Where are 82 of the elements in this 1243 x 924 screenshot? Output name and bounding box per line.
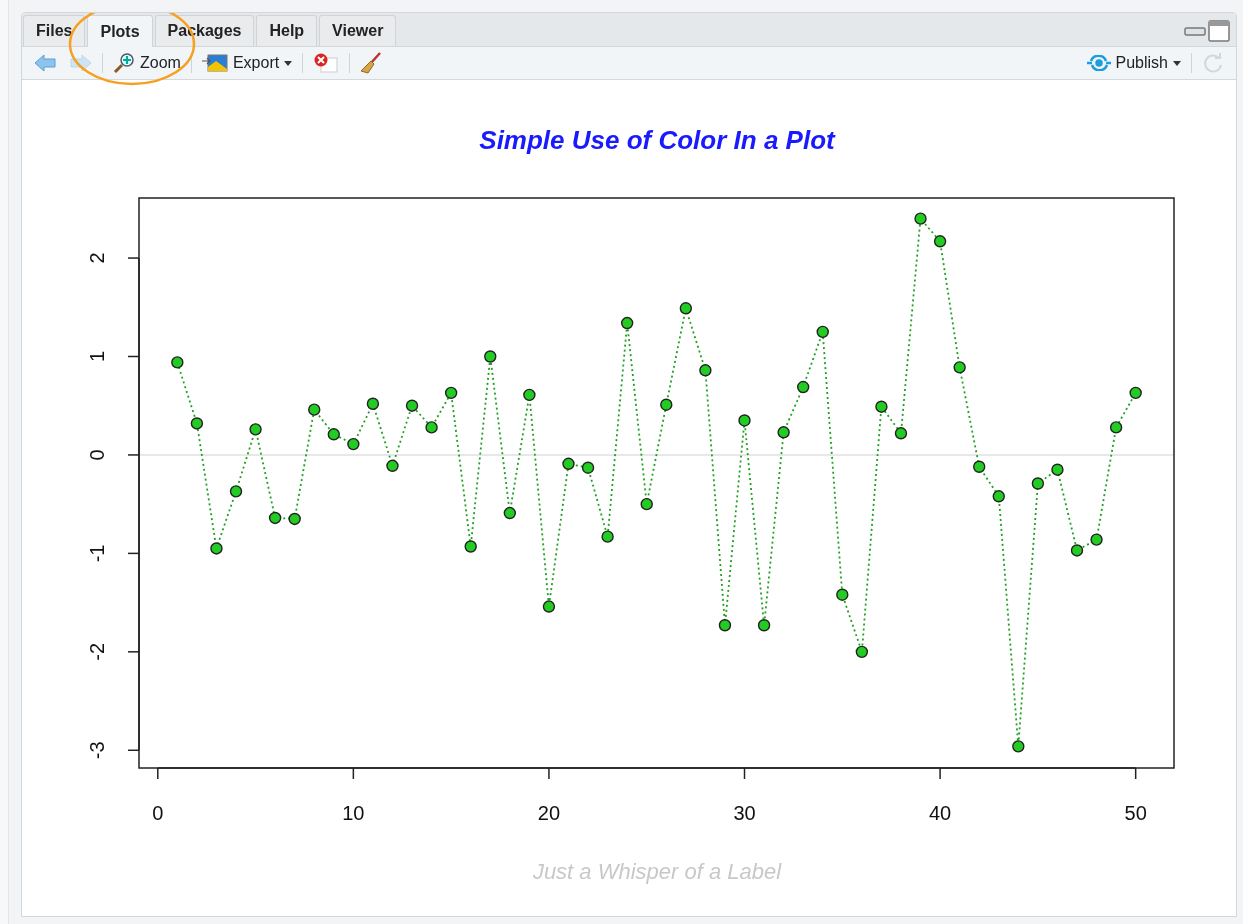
y-tick-label: -1	[86, 544, 108, 563]
data-point	[464, 540, 477, 553]
image-export-icon	[201, 53, 228, 73]
data-point	[503, 506, 517, 520]
data-point	[562, 457, 575, 470]
data-point	[249, 423, 262, 436]
data-point	[581, 461, 595, 474]
data-point	[210, 542, 223, 555]
data-point	[288, 512, 301, 526]
data-point	[757, 619, 771, 632]
data-point	[777, 426, 790, 439]
data-point	[1031, 477, 1045, 490]
publish-icon	[1086, 55, 1111, 71]
publish-button[interactable]: Publish	[1082, 52, 1185, 74]
back-arrow-icon	[34, 54, 56, 72]
data-point	[1070, 544, 1084, 557]
data-point	[484, 350, 497, 363]
data-point	[914, 212, 927, 225]
remove-plot-icon	[313, 53, 340, 73]
data-point	[973, 460, 986, 473]
data-point	[836, 588, 849, 601]
y-tick-label: 1	[86, 350, 108, 363]
x-tick-label: 50	[1124, 802, 1147, 824]
data-point	[718, 619, 732, 632]
refresh-icon	[1202, 52, 1224, 74]
tab[interactable]: Help	[256, 15, 318, 46]
broom-icon	[360, 52, 383, 74]
data-point	[738, 414, 751, 427]
data-point	[542, 600, 556, 613]
export-button[interactable]: Export	[197, 51, 297, 75]
tab[interactable]: Viewer	[319, 15, 397, 46]
data-point	[425, 421, 438, 434]
data-point	[620, 316, 634, 330]
chart-title: Simple Use of Color In a Plot	[479, 125, 835, 155]
caret-icon	[1173, 60, 1181, 66]
forward-arrow-icon	[70, 54, 92, 72]
data-point	[660, 398, 673, 411]
data-point	[1051, 463, 1064, 476]
data-point	[171, 356, 184, 369]
data-point	[601, 530, 614, 543]
data-point	[327, 428, 340, 441]
data-point	[1129, 386, 1142, 400]
tab[interactable]: Files	[23, 15, 86, 46]
data-point	[347, 437, 360, 451]
x-tick-label: 20	[537, 802, 561, 824]
data-point	[523, 388, 536, 402]
caret-icon	[284, 60, 293, 66]
y-tick-label: -3	[86, 741, 108, 760]
x-tick-label: 40	[928, 802, 952, 824]
data-point	[190, 417, 204, 430]
data-point	[679, 302, 693, 315]
data-point	[405, 399, 419, 412]
data-point	[640, 497, 653, 511]
data-point	[992, 490, 1005, 503]
x-tick-label: 30	[733, 802, 756, 824]
data-point	[444, 386, 458, 400]
zoom-button[interactable]: Zoom	[109, 51, 185, 75]
data-point	[366, 397, 380, 410]
y-tick-label: 0	[86, 449, 108, 461]
minimize-icon[interactable]	[1184, 26, 1206, 36]
data-point	[308, 403, 321, 416]
data-point	[855, 645, 869, 659]
data-point	[953, 361, 966, 374]
data-point	[933, 235, 947, 248]
x-tick-label: 0	[152, 802, 164, 824]
tab[interactable]: Plots	[87, 15, 153, 47]
y-tick-label: 2	[86, 252, 108, 264]
data-point	[229, 485, 243, 498]
data-point	[796, 380, 810, 394]
x-tick-label: 10	[342, 802, 365, 824]
data-point	[1012, 740, 1025, 753]
data-point	[1109, 421, 1123, 434]
data-point	[268, 511, 282, 525]
data-point	[816, 325, 829, 339]
data-point	[386, 459, 399, 472]
data-point	[699, 364, 712, 377]
data-point	[894, 427, 908, 440]
data-point	[1090, 533, 1103, 546]
y-tick-label: -2	[86, 642, 108, 661]
magnifier-icon	[113, 53, 135, 73]
data-point	[875, 400, 888, 413]
maximize-icon[interactable]	[1208, 20, 1230, 42]
